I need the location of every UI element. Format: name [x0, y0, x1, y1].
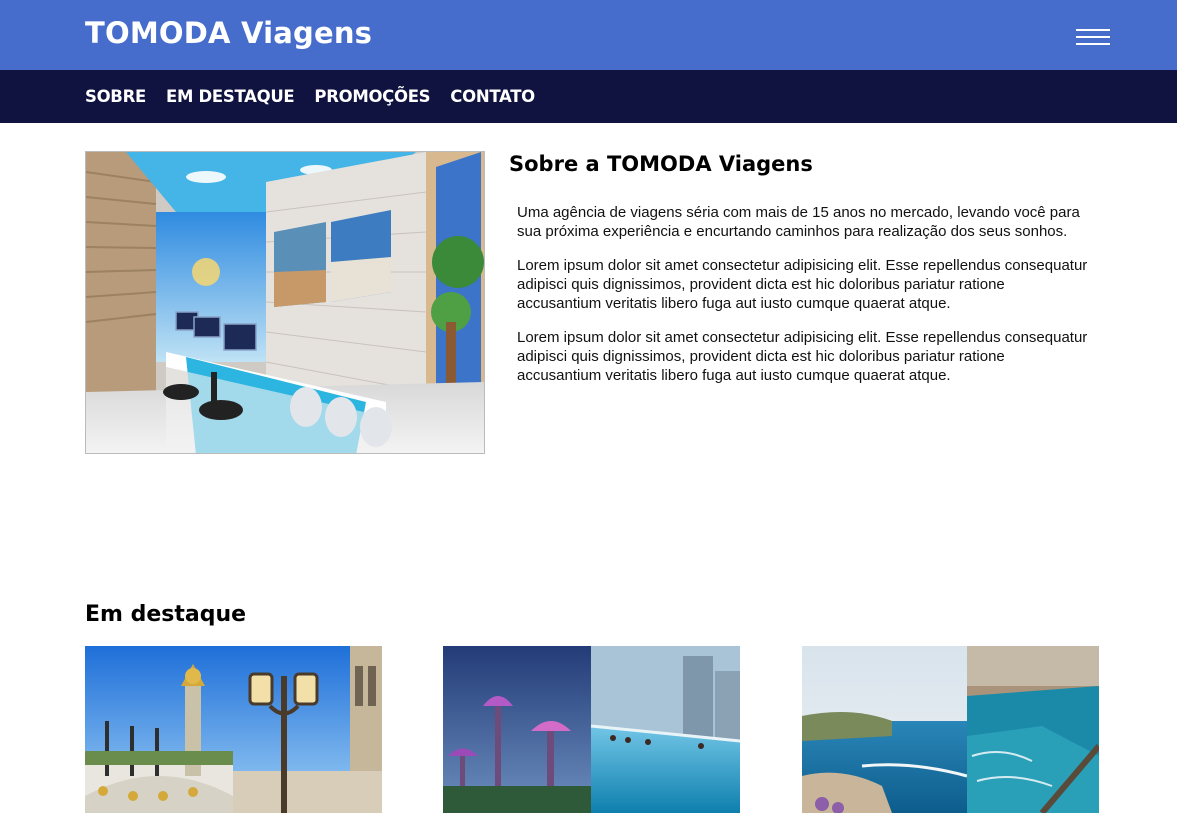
nav-item-promocoes: PROMOÇÕES [314, 87, 430, 107]
nav-link-contato[interactable]: CONTATO [450, 87, 535, 106]
hamburger-line [1076, 29, 1110, 31]
about-title: Sobre a TOMODA Viagens [509, 152, 813, 176]
about-text: Uma agência de viagens séria com mais de… [517, 203, 1092, 400]
site-header: TOMODA Viagens [0, 0, 1177, 70]
featured-card-paris-image[interactable] [85, 646, 382, 813]
nav-item-em-destaque: EM DESTAQUE [166, 87, 295, 107]
nav-link-sobre[interactable]: SOBRE [85, 87, 146, 106]
brand-logo-text[interactable]: TOMODA Viagens [85, 16, 372, 50]
hamburger-line [1076, 36, 1110, 38]
about-paragraph: Uma agência de viagens séria com mais de… [517, 204, 1080, 240]
hamburger-line [1076, 43, 1110, 45]
nav-link-promocoes[interactable]: PROMOÇÕES [314, 87, 430, 106]
nav-item-contato: CONTATO [450, 87, 535, 107]
agency-office-image [85, 151, 485, 454]
featured-card-singapore-image[interactable] [443, 646, 740, 813]
main-nav: SOBRE EM DESTAQUE PROMOÇÕES CONTATO [0, 70, 1177, 123]
nav-link-em-destaque[interactable]: EM DESTAQUE [166, 87, 295, 106]
nav-list: SOBRE EM DESTAQUE PROMOÇÕES CONTATO [85, 70, 555, 123]
featured-card-coast-image[interactable] [802, 646, 1099, 813]
featured-title: Em destaque [85, 602, 247, 627]
hamburger-menu-icon[interactable] [1076, 29, 1110, 45]
about-paragraph: Lorem ipsum dolor sit amet consectetur a… [517, 329, 1088, 384]
about-paragraph: Lorem ipsum dolor sit amet consectetur a… [517, 257, 1088, 312]
nav-item-sobre: SOBRE [85, 87, 146, 107]
